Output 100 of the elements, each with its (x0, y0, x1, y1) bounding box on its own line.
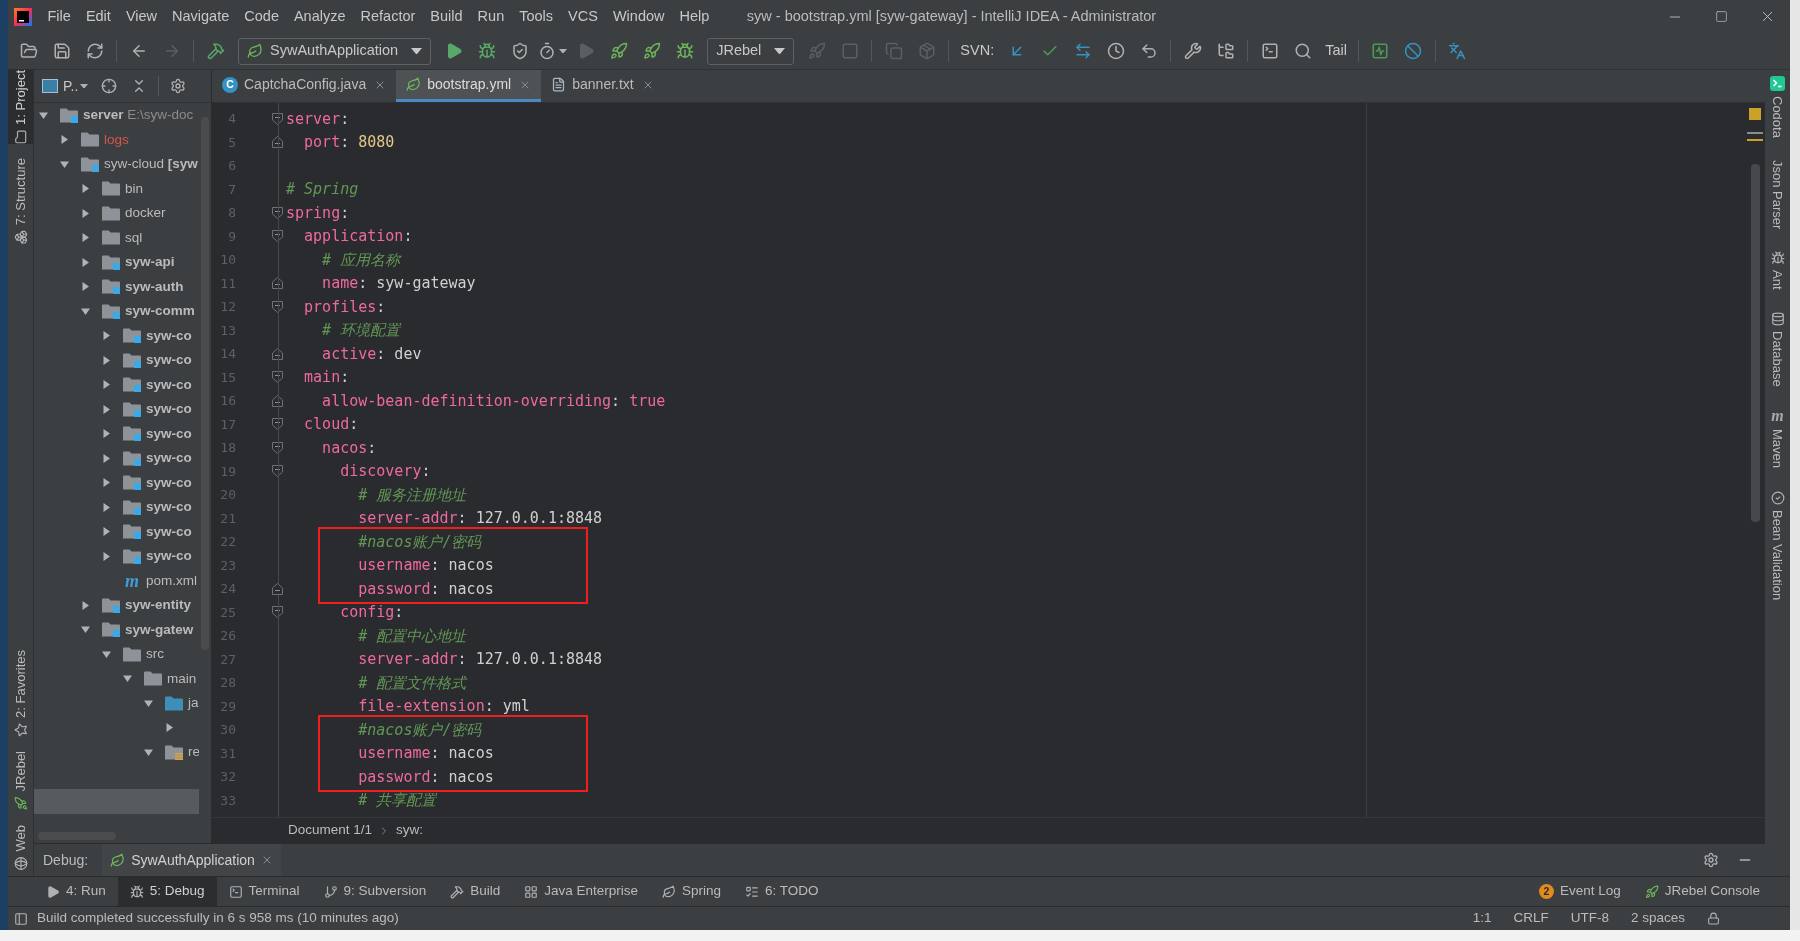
tree-item[interactable]: re (34, 740, 199, 765)
fold-marker-icon[interactable] (272, 441, 283, 454)
right-triangle-icon[interactable] (102, 551, 111, 561)
menu-item[interactable]: Run (470, 5, 512, 28)
rocket-icon[interactable] (609, 42, 628, 60)
fold-marker-icon[interactable] (272, 112, 283, 125)
editor-tab[interactable]: C CaptchaConfig.java (212, 70, 397, 102)
tree-item[interactable]: syw-cloud [syw (34, 152, 199, 177)
tree-item[interactable]: syw-co (34, 372, 199, 397)
right-triangle-icon[interactable] (102, 404, 111, 414)
right-triangle-icon[interactable] (102, 355, 111, 365)
fold-marker-icon[interactable] (272, 347, 283, 360)
menu-item[interactable]: Edit (78, 5, 119, 28)
terminal-icon[interactable] (1260, 42, 1279, 60)
tool-window-tab[interactable]: Database (1765, 311, 1790, 387)
tree-item[interactable]: syw-auth (34, 274, 199, 299)
menu-item[interactable]: File (40, 5, 79, 28)
tree-item[interactable]: bin (34, 176, 199, 201)
status-item[interactable]: 1:1 (1472, 908, 1492, 929)
tool-window-tab[interactable]: JRebel (8, 751, 34, 811)
down-triangle-icon[interactable] (144, 747, 153, 757)
status-item[interactable]: 2 spaces (1630, 908, 1685, 929)
menu-item[interactable]: Build (422, 5, 471, 28)
configuration-dropdown[interactable]: JRebel (707, 37, 795, 65)
tool-window-tab[interactable]: 4: Run (34, 877, 118, 906)
bug-icon[interactable] (477, 42, 496, 60)
ban-icon[interactable] (1404, 42, 1423, 60)
tool-window-tab[interactable]: 7: Structure (8, 157, 34, 245)
tool-window-tab[interactable]: Ant (1765, 251, 1790, 290)
refresh-icon[interactable] (85, 42, 104, 60)
tree-item[interactable]: syw-comm (34, 299, 199, 324)
save-icon[interactable] (52, 42, 71, 60)
tool-window-tab[interactable]: Spring (650, 877, 733, 906)
menu-item[interactable]: VCS (560, 5, 606, 28)
editor-tab[interactable]: bootstrap.yml (396, 70, 542, 102)
tool-window-tab[interactable]: JRebel Console (1644, 881, 1760, 902)
down-triangle-icon[interactable] (81, 306, 90, 316)
fold-marker-icon[interactable] (272, 394, 283, 407)
two-way-arrow-icon[interactable] (1073, 42, 1092, 60)
settings-icon[interactable] (1703, 852, 1719, 868)
right-triangle-icon[interactable] (60, 135, 69, 145)
right-triangle-icon[interactable] (165, 723, 174, 733)
search-icon[interactable] (1293, 42, 1312, 60)
settings-icon[interactable] (170, 78, 187, 94)
tree-item[interactable]: m pom.xml (34, 568, 199, 593)
tool-window-tab[interactable]: Build (438, 877, 513, 906)
fold-marker-icon[interactable] (272, 371, 283, 384)
menu-item[interactable]: Refactor (353, 5, 423, 28)
fold-marker-icon[interactable] (272, 300, 283, 313)
right-triangle-icon[interactable] (81, 257, 90, 267)
breadcrumb-item[interactable]: Document 1/1 (288, 820, 373, 841)
vertical-scrollbar[interactable] (1750, 164, 1760, 522)
rocket-icon[interactable] (642, 42, 661, 60)
tree-item[interactable]: syw-co (34, 519, 199, 544)
tool-window-tab[interactable]: 2 Event Log (1538, 881, 1621, 902)
open-folder-icon[interactable] (19, 42, 38, 60)
tail-button[interactable]: Tail (1319, 40, 1353, 62)
right-triangle-icon[interactable] (102, 502, 111, 512)
tree-item[interactable]: syw-co (34, 421, 199, 446)
down-triangle-icon[interactable] (144, 698, 153, 708)
menu-item[interactable]: Window (605, 5, 672, 28)
stopwatch-icon[interactable] (538, 42, 557, 60)
right-triangle-icon[interactable] (102, 478, 111, 488)
fold-marker-icon[interactable] (272, 206, 283, 219)
tree-item[interactable]: sql (34, 225, 199, 250)
tool-window-tab[interactable]: Java Enterprise (512, 877, 650, 906)
tree-item[interactable]: src (34, 642, 199, 667)
menu-item[interactable]: Analyze (286, 5, 354, 28)
tree-item[interactable]: syw-entity (34, 593, 199, 618)
maximize-icon[interactable] (1714, 10, 1728, 23)
menu-item[interactable]: View (118, 5, 165, 28)
menu-item[interactable]: Tools (511, 5, 561, 28)
warning-marker-icon[interactable] (1749, 108, 1761, 120)
tool-window-tab[interactable]: 6: TODO (733, 877, 831, 906)
fold-marker-icon[interactable] (272, 136, 283, 149)
down-triangle-icon[interactable] (60, 159, 69, 169)
fold-marker-icon[interactable] (272, 277, 283, 290)
tree-item[interactable]: syw-co (34, 348, 199, 373)
tree-item[interactable]: syw-co (34, 495, 199, 520)
right-triangle-icon[interactable] (81, 600, 90, 610)
right-triangle-icon[interactable] (102, 527, 111, 537)
locate-icon[interactable] (101, 78, 118, 94)
down-triangle-icon[interactable] (123, 674, 132, 684)
configuration-dropdown[interactable]: SywAuthApplication (238, 37, 432, 65)
editor-tab[interactable]: banner.txt (541, 70, 664, 102)
down-triangle-icon[interactable] (102, 649, 111, 659)
breadcrumb-item[interactable]: syw: (396, 820, 424, 841)
fold-marker-icon[interactable] (272, 606, 283, 619)
pulse-icon[interactable] (1371, 42, 1390, 60)
tree-item[interactable]: syw-gatew (34, 617, 199, 642)
tool-window-tab[interactable]: Json Parser (1765, 159, 1790, 230)
right-triangle-icon[interactable] (102, 380, 111, 390)
menu-item[interactable]: Help (672, 5, 717, 28)
shield-icon[interactable] (510, 42, 529, 60)
folder-tree-icon[interactable] (1216, 42, 1235, 60)
clock-icon[interactable] (1106, 42, 1125, 60)
tool-window-tab[interactable]: 1: Project (8, 70, 34, 144)
tree-item[interactable]: syw-co (34, 323, 199, 348)
tool-window-tab[interactable]: 9: Subversion (311, 877, 439, 906)
fold-marker-icon[interactable] (272, 230, 283, 243)
